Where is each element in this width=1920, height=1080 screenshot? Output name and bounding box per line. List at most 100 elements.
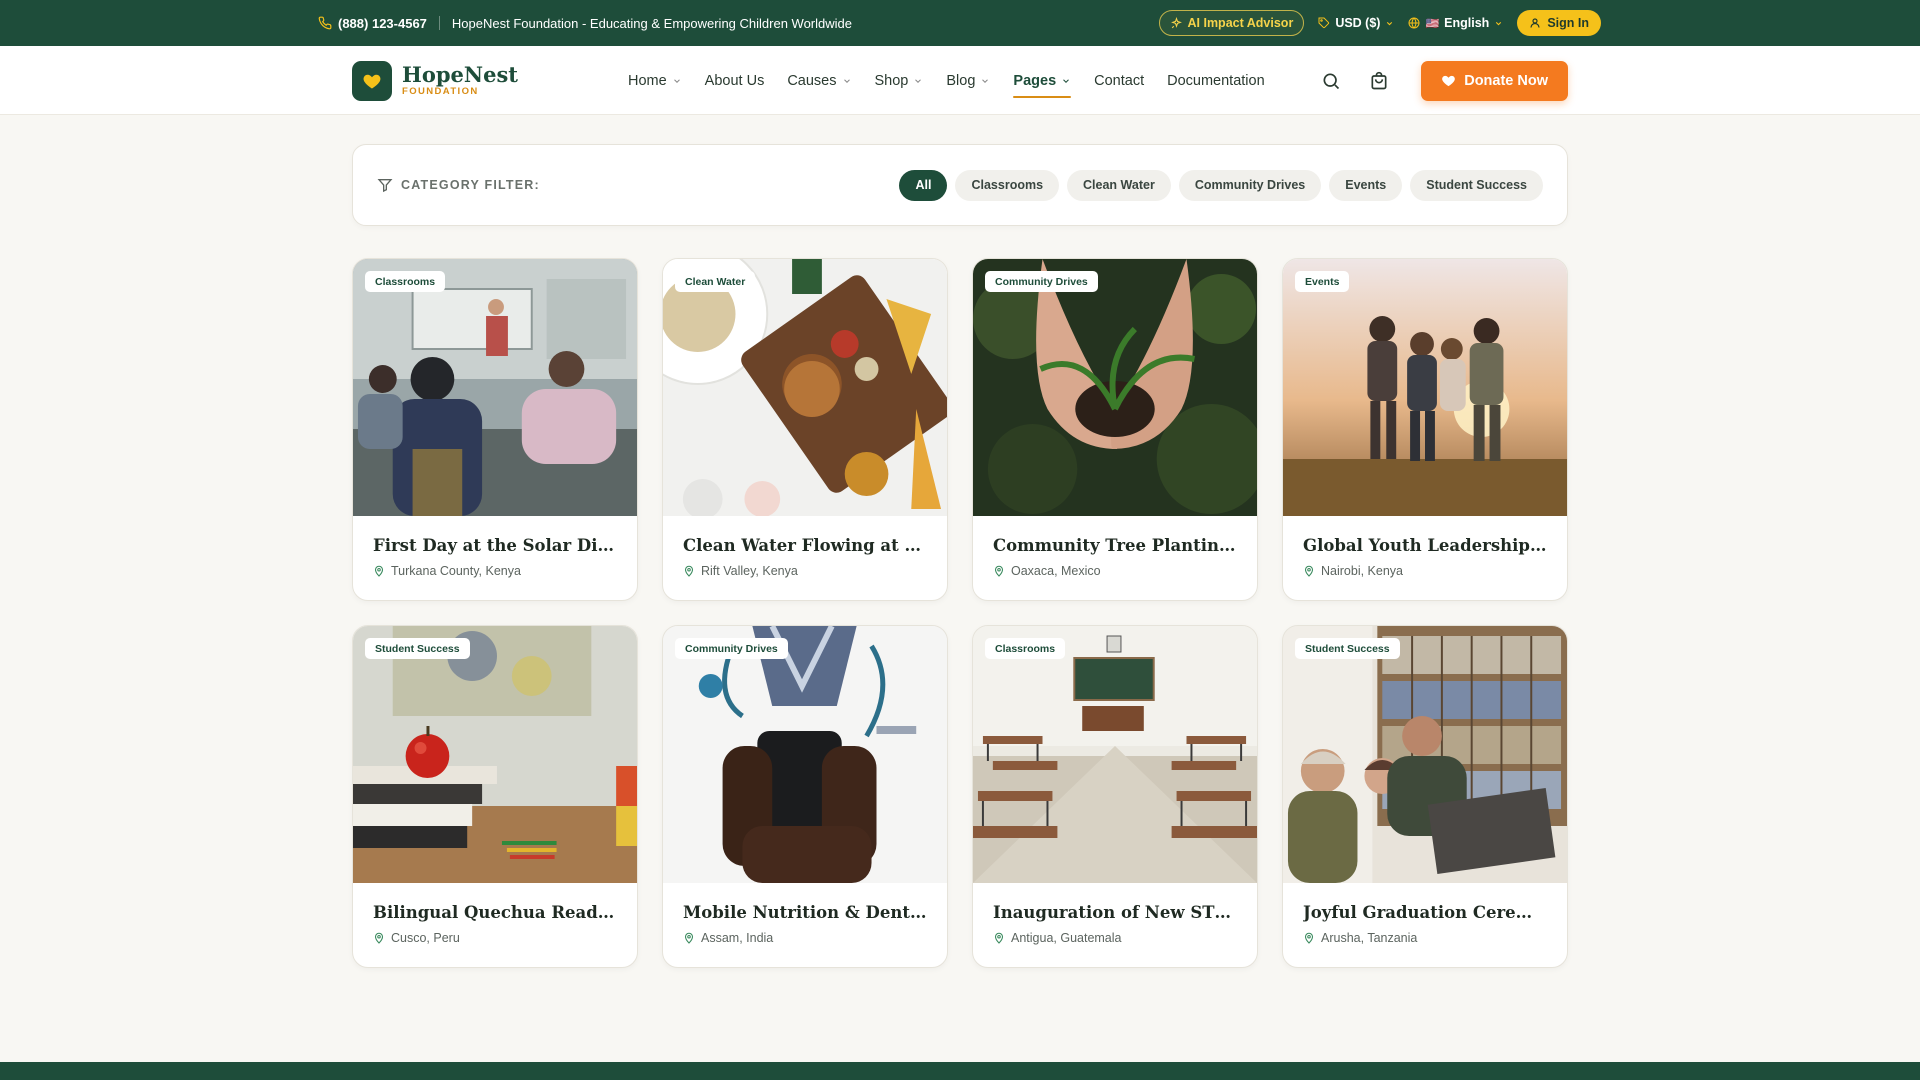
- nav-label: Home: [627, 72, 667, 89]
- card-location: Turkana County, Kenya: [391, 564, 521, 578]
- language-dropdown[interactable]: 🇺🇸 English: [1408, 16, 1503, 30]
- card-title: Joyful Graduation Ceremony: [1303, 903, 1547, 922]
- gallery-card[interactable]: Clean Water Clean Water Flowing at St...…: [662, 258, 948, 601]
- nav-item-causes[interactable]: Causes: [787, 66, 851, 96]
- category-badge: Community Drives: [675, 638, 788, 659]
- currency-dropdown[interactable]: USD ($): [1318, 16, 1394, 30]
- nav-label: Shop: [874, 72, 909, 89]
- map-pin-icon: [374, 565, 384, 577]
- heart-icon: [363, 74, 381, 88]
- ai-impact-advisor-button[interactable]: AI Impact Advisor: [1158, 10, 1305, 36]
- cart-button[interactable]: [1367, 69, 1391, 93]
- tagline: HopeNest Foundation - Educating & Empowe…: [451, 15, 852, 31]
- chevron-down-icon: [843, 78, 850, 83]
- nav-item-home[interactable]: Home: [628, 66, 682, 96]
- top-bar: (888) 123-4567 HopeNest Foundation - Edu…: [0, 0, 1920, 46]
- card-image: Clean Water: [663, 259, 947, 516]
- filter-chip-classrooms[interactable]: Classrooms: [955, 169, 1060, 201]
- chevron-down-icon: [1063, 78, 1070, 83]
- nav-label: Documentation: [1167, 72, 1265, 89]
- donate-label: Donate Now: [1464, 72, 1548, 89]
- gallery-card[interactable]: Student Success Bilingual Quechua Readin…: [352, 625, 638, 968]
- card-title: First Day at the Solar Digita...: [373, 536, 617, 555]
- card-title: Clean Water Flowing at St....: [683, 536, 927, 555]
- gallery-grid: Classrooms First Day at the Solar Digita…: [352, 258, 1568, 968]
- gallery-card[interactable]: Community Drives Mobile Nutrition & Dent…: [662, 625, 948, 968]
- phone-icon: [318, 16, 332, 30]
- card-image: Student Success: [353, 626, 637, 883]
- main-header: HopeNest FOUNDATION Home About Us Causes…: [0, 46, 1920, 115]
- main-nav: Home About Us Causes Shop Blog Pages Con…: [628, 66, 1265, 98]
- phone-number: (888) 123-4567: [338, 15, 427, 31]
- logo[interactable]: HopeNest FOUNDATION: [352, 60, 518, 101]
- nav-label: Causes: [787, 72, 837, 89]
- filter-label: CATEGORY FILTER:: [401, 178, 540, 192]
- filter-chip-all[interactable]: All: [899, 169, 948, 201]
- nav-item-about-us[interactable]: About Us: [705, 66, 765, 96]
- nav-item-shop[interactable]: Shop: [875, 66, 924, 96]
- nav-label: Pages: [1013, 72, 1057, 89]
- map-pin-icon: [994, 932, 1004, 944]
- card-location: Assam, India: [701, 931, 774, 945]
- category-badge: Student Success: [365, 638, 470, 659]
- nav-item-contact[interactable]: Contact: [1094, 66, 1144, 96]
- globe-icon: [1408, 17, 1420, 29]
- filter-chip-community-drives[interactable]: Community Drives: [1178, 169, 1322, 201]
- donate-now-button[interactable]: Donate Now: [1421, 60, 1568, 101]
- category-badge: Classrooms: [365, 271, 446, 292]
- card-title: Inauguration of New STEM...: [993, 903, 1237, 922]
- gallery-card[interactable]: Events Global Youth Leadership... Nairob…: [1282, 258, 1568, 601]
- language-label: English: [1444, 16, 1490, 30]
- card-image: Classrooms: [973, 626, 1257, 883]
- nav-item-documentation[interactable]: Documentation: [1167, 66, 1265, 96]
- map-pin-icon: [684, 565, 694, 577]
- search-icon: [1323, 73, 1340, 89]
- gallery-card[interactable]: Classrooms Inauguration of New STEM... A…: [972, 625, 1258, 968]
- nav-label: Contact: [1094, 72, 1145, 89]
- card-title: Bilingual Quechua Reading...: [373, 903, 617, 922]
- map-pin-icon: [684, 932, 694, 944]
- map-pin-icon: [994, 565, 1004, 577]
- card-location: Antigua, Guatemala: [1011, 931, 1122, 945]
- card-image: Classrooms: [353, 259, 637, 516]
- chevron-down-icon: [915, 78, 922, 83]
- filter-chip-clean-water[interactable]: Clean Water: [1067, 169, 1171, 201]
- nav-item-pages[interactable]: Pages: [1013, 66, 1071, 98]
- category-badge: Clean Water: [675, 271, 756, 292]
- category-badge: Community Drives: [985, 271, 1098, 292]
- card-title: Mobile Nutrition & Dental...: [683, 903, 927, 922]
- category-badge: Classrooms: [985, 638, 1066, 659]
- brand-sub: FOUNDATION: [402, 86, 479, 97]
- map-pin-icon: [374, 932, 384, 944]
- card-location: Oaxaca, Mexico: [1011, 564, 1101, 578]
- sparkle-icon: [1170, 16, 1182, 28]
- nav-item-blog[interactable]: Blog: [946, 66, 990, 96]
- gallery-card[interactable]: Student Success Joyful Graduation Ceremo…: [1282, 625, 1568, 968]
- nav-label: About Us: [704, 72, 765, 89]
- tag-icon: [1318, 17, 1330, 29]
- nav-label: Blog: [946, 72, 976, 89]
- heart-icon: [1442, 75, 1456, 87]
- gallery-card[interactable]: Community Drives Community Tree Planting…: [972, 258, 1258, 601]
- brand-name: HopeNest: [402, 62, 518, 87]
- sign-in-button[interactable]: Sign In: [1517, 10, 1601, 36]
- filter-icon: [377, 179, 393, 193]
- category-badge: Events: [1295, 271, 1350, 292]
- card-image: Events: [1283, 259, 1567, 516]
- card-image: Community Drives: [663, 626, 947, 883]
- chevron-down-icon: [1387, 21, 1393, 25]
- card-image: Student Success: [1283, 626, 1567, 883]
- ai-impact-advisor-label: AI Impact Advisor: [1187, 16, 1294, 30]
- divider: [438, 16, 440, 30]
- card-location: Rift Valley, Kenya: [701, 564, 798, 578]
- category-filter-bar: CATEGORY FILTER: All Classrooms Clean Wa…: [352, 144, 1568, 226]
- search-button[interactable]: [1319, 69, 1343, 93]
- filter-chip-events[interactable]: Events: [1329, 169, 1403, 201]
- gallery-card[interactable]: Classrooms First Day at the Solar Digita…: [352, 258, 638, 601]
- sign-in-label: Sign In: [1547, 16, 1589, 30]
- filter-chip-student-success[interactable]: Student Success: [1410, 169, 1543, 201]
- phone-link[interactable]: (888) 123-4567: [318, 16, 427, 31]
- card-title: Community Tree Planting ...: [993, 536, 1237, 555]
- card-title: Global Youth Leadership...: [1303, 536, 1547, 555]
- logo-mark: [352, 60, 392, 101]
